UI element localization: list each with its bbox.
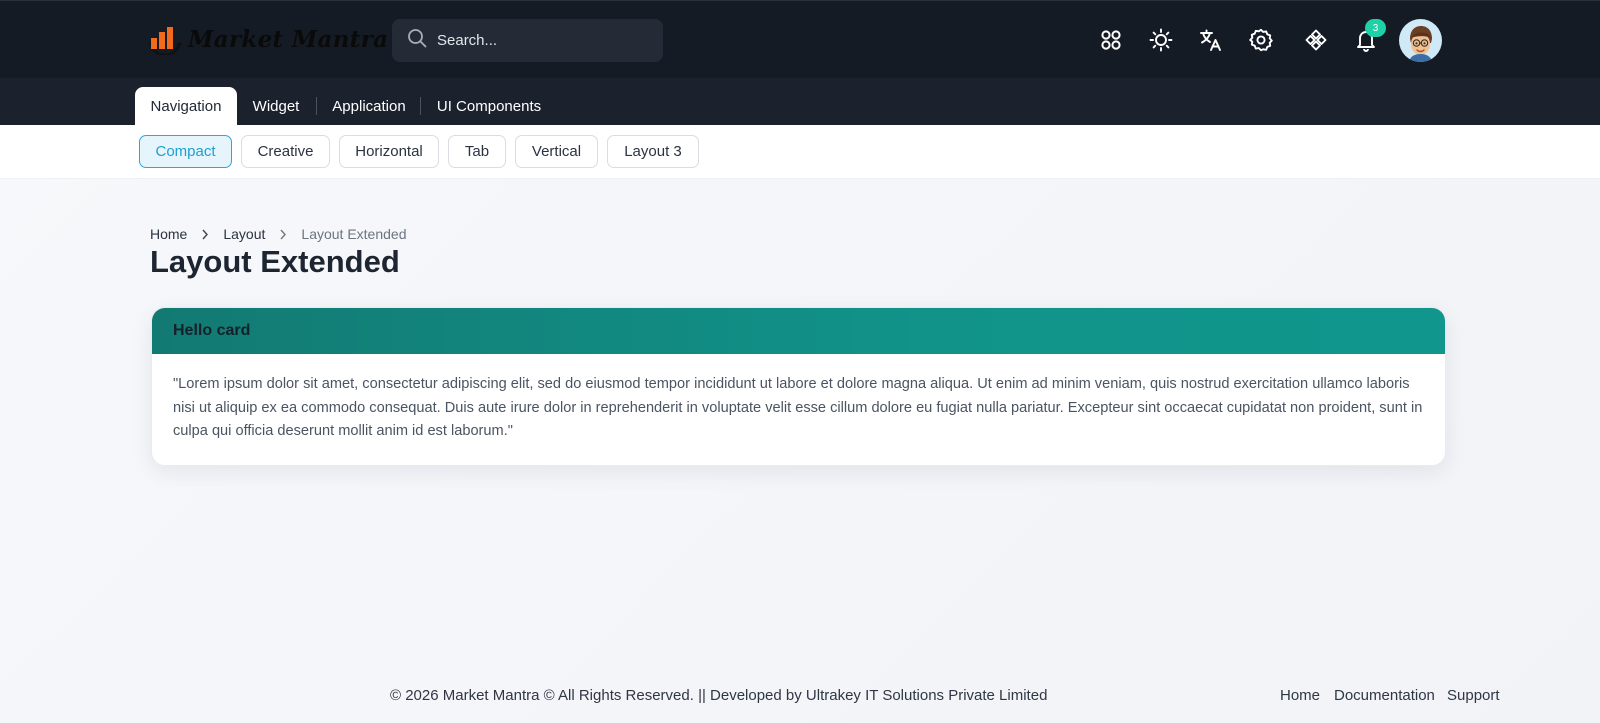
breadcrumb-home[interactable]: Home (150, 226, 187, 242)
search-icon (407, 28, 427, 53)
translate-icon[interactable] (1196, 25, 1226, 55)
brand-name: Market Mantra (188, 25, 389, 53)
card-body-text: "Lorem ipsum dolor sit amet, consectetur… (173, 376, 1423, 439)
breadcrumb: Home Layout Layout Extended (150, 226, 407, 242)
breadcrumb-layout[interactable]: Layout (223, 226, 265, 242)
breadcrumb-current: Layout Extended (301, 226, 407, 242)
apps-icon[interactable] (1096, 25, 1126, 55)
search-box[interactable] (392, 19, 663, 62)
footer-copyright: © 2026 Market Mantra © All Rights Reserv… (390, 687, 1048, 704)
tab-navigation[interactable]: Navigation (135, 87, 237, 125)
layout-chip-creative[interactable]: Creative (241, 135, 330, 168)
logo-mark-icon (148, 23, 184, 55)
user-avatar[interactable] (1399, 19, 1442, 62)
chevron-right-icon (279, 229, 287, 240)
layout-chip-layout-3[interactable]: Layout 3 (607, 135, 699, 168)
settings-icon[interactable] (1246, 25, 1276, 55)
notification-badge: 3 (1365, 19, 1386, 37)
layout-chip-tab[interactable]: Tab (448, 135, 506, 168)
chevron-right-icon (201, 229, 209, 240)
layout-chip-compact[interactable]: Compact (139, 135, 232, 168)
search-input[interactable] (437, 32, 647, 49)
layout-subnav: Compact Creative Horizontal Tab Vertical… (0, 125, 1600, 179)
tab-application[interactable]: Application (328, 87, 410, 125)
nav-divider (420, 97, 421, 115)
layout-chip-vertical[interactable]: Vertical (515, 135, 598, 168)
page-title: Layout Extended (150, 244, 400, 279)
sun-icon[interactable] (1146, 25, 1176, 55)
components-icon[interactable] (1301, 25, 1331, 55)
card-title: Hello card (152, 308, 1445, 354)
hello-card: Hello card "Lorem ipsum dolor sit amet, … (151, 307, 1446, 466)
main-navigation: Navigation Widget Application UI Compone… (0, 78, 1600, 125)
tab-widget[interactable]: Widget (248, 87, 304, 125)
brand-logo[interactable]: Market Mantra (148, 21, 388, 57)
nav-divider (316, 97, 317, 115)
layout-chip-horizontal[interactable]: Horizontal (339, 135, 439, 168)
top-header: Market Mantra Search... 3 (0, 0, 1600, 78)
tab-ui-components[interactable]: UI Components (432, 87, 546, 125)
footer-link-documentation[interactable]: Documentation (1334, 687, 1435, 704)
footer-link-home[interactable]: Home (1280, 687, 1320, 704)
footer-link-support[interactable]: Support (1447, 687, 1500, 704)
